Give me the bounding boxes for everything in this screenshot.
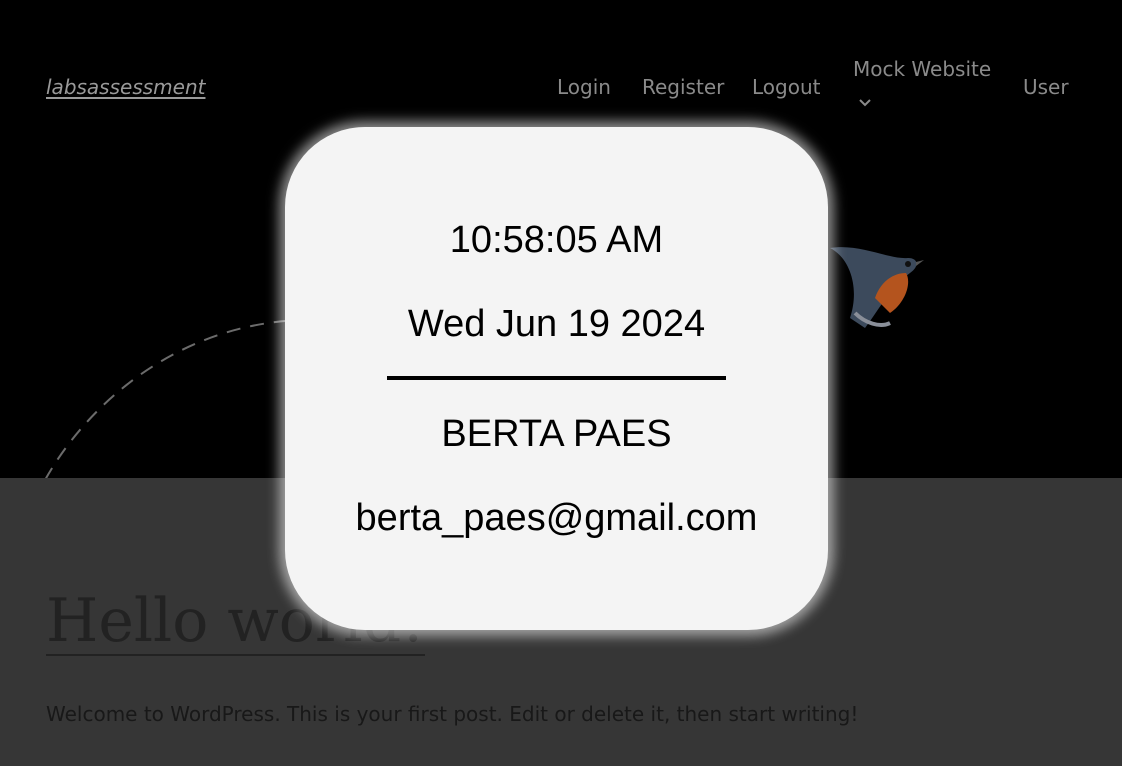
- current-date: Wed Jun 19 2024: [407, 303, 706, 345]
- nav-user[interactable]: User: [1023, 75, 1069, 99]
- divider: [387, 376, 726, 380]
- nav-register[interactable]: Register: [642, 75, 724, 99]
- dashed-arc-decoration: [44, 319, 301, 481]
- post-excerpt: Welcome to WordPress. This is your first…: [46, 702, 859, 726]
- chevron-down-icon[interactable]: [856, 96, 874, 110]
- current-time: 10:58:05 AM: [449, 219, 664, 261]
- bird-illustration: [830, 247, 924, 328]
- user-name: BERTA PAES: [441, 413, 672, 455]
- user-info-overlay: 10:58:05 AM Wed Jun 19 2024 BERTA PAES b…: [285, 127, 828, 630]
- user-email: berta_paes@gmail.com: [355, 497, 758, 539]
- nav-login[interactable]: Login: [557, 75, 611, 99]
- nav-mock-website[interactable]: Mock Website: [853, 57, 991, 81]
- site-title-link[interactable]: labsassessment: [46, 75, 205, 99]
- nav-logout[interactable]: Logout: [752, 75, 820, 99]
